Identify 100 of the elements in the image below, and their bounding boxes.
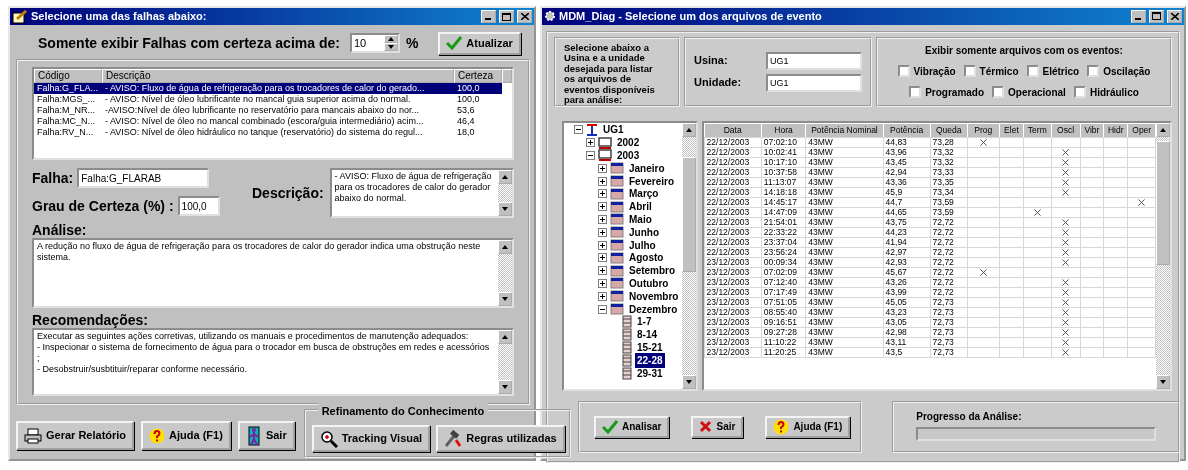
list-row[interactable]: Falha:MGS_... - AVISO: Nível de óleo lubrificante no mancal guia superior acima do normal. 100,0 bbox=[34, 94, 512, 105]
tracking-button[interactable]: Tracking Visual bbox=[311, 425, 431, 452]
collapse-icon[interactable] bbox=[586, 151, 595, 160]
scrollbar[interactable] bbox=[681, 122, 696, 389]
scrollbar[interactable] bbox=[1156, 122, 1170, 389]
expand-icon[interactable] bbox=[598, 240, 607, 250]
scrollbar[interactable] bbox=[498, 330, 512, 394]
tree-item[interactable]: Janeiro bbox=[627, 160, 667, 176]
usina-field[interactable]: UG1 bbox=[766, 51, 862, 70]
scroll-thumb[interactable] bbox=[1156, 140, 1170, 265]
tree-item[interactable]: Novembro bbox=[627, 288, 681, 304]
rules-button[interactable]: Regras utilizadas bbox=[436, 425, 565, 452]
analyze-button[interactable]: Analisar bbox=[594, 415, 670, 438]
unidade-field[interactable]: UG1 bbox=[766, 73, 862, 92]
scroll-up-button[interactable] bbox=[498, 170, 512, 184]
scroll-up-button[interactable] bbox=[681, 122, 696, 137]
column-header[interactable]: Hidr bbox=[1103, 123, 1128, 137]
description-field[interactable]: - AVISO: Fluxo de água de refrigeração para os trocadores de calor do gerador abaixo do normal. bbox=[329, 168, 514, 218]
collapse-icon[interactable] bbox=[598, 304, 607, 314]
tree-item[interactable]: Julho bbox=[627, 237, 658, 253]
list-row[interactable]: Falha:RV_N... - AVISO: Nível de óleo hidráulico no tanque (reservatório) do sistema do regul... 18,0 bbox=[34, 127, 512, 138]
analysis-field[interactable]: A redução no fluxo de água de refrigeração para os trocadores de calor do gerador indica uma obstrução neste sistema. bbox=[32, 238, 514, 308]
spin-up-button[interactable] bbox=[383, 35, 398, 43]
column-header[interactable]: Código bbox=[34, 69, 102, 83]
spin-field[interactable]: 10 bbox=[349, 33, 400, 53]
maximize-button[interactable] bbox=[1149, 9, 1164, 23]
expand-icon[interactable] bbox=[598, 278, 607, 288]
column-header[interactable]: Term bbox=[1023, 123, 1051, 137]
recommendations-field[interactable]: Executar as seguintes ações corretivas, utilizando os manuais e procedimentos de manutenção adequados: - Inspecionar o sistema de fornecimento de água para o trocador em busca de obstruções em redes e acessórios ; - Desobstruir/susbtituir/reparar conforme necessário. bbox=[32, 328, 514, 396]
event-checkbox[interactable]: Vibração bbox=[897, 63, 956, 79]
tree-item[interactable]: Maio bbox=[627, 212, 654, 227]
tree-item[interactable]: 2002 bbox=[615, 135, 642, 151]
scroll-up-button[interactable] bbox=[498, 330, 512, 344]
expand-icon[interactable] bbox=[598, 291, 607, 301]
event-checkbox[interactable]: Elétrico bbox=[1026, 63, 1080, 79]
list-row[interactable]: Falha:G_FLA... - AVISO: Fluxo de água de refrigeração para os trocadores de calor do gerado... 100,0 bbox=[34, 83, 512, 94]
minimize-button[interactable] bbox=[1131, 9, 1146, 23]
exit-button[interactable]: Sair bbox=[691, 415, 744, 438]
tree-item[interactable]: Abril bbox=[627, 199, 654, 215]
scrollbar[interactable] bbox=[498, 170, 512, 216]
expand-icon[interactable] bbox=[598, 189, 607, 199]
event-checkbox[interactable]: Operacional bbox=[992, 84, 1066, 100]
list-row[interactable]: Falha:M_NR... -AVISO:Nível de óleo lubrificante no reservatório para mancais abaixo do nor... 53,6 bbox=[34, 105, 512, 116]
tree-item[interactable]: Junho bbox=[627, 224, 661, 240]
event-checkbox[interactable]: Oscilação bbox=[1087, 63, 1151, 79]
column-header[interactable]: Oscl bbox=[1051, 123, 1081, 137]
close-button[interactable] bbox=[1167, 9, 1182, 23]
tree-item[interactable]: 1-7 bbox=[635, 314, 654, 330]
update-button[interactable]: Atualizar bbox=[438, 31, 521, 55]
scroll-thumb[interactable] bbox=[681, 156, 696, 272]
scroll-up-button[interactable] bbox=[1156, 122, 1170, 137]
scroll-down-button[interactable] bbox=[498, 292, 512, 306]
column-header[interactable]: Oper bbox=[1127, 123, 1156, 137]
certainty-field[interactable]: 100,0 bbox=[177, 196, 220, 216]
expand-icon[interactable] bbox=[598, 253, 607, 263]
column-header[interactable]: Potência bbox=[883, 123, 931, 137]
expand-icon[interactable] bbox=[598, 163, 607, 173]
help-button[interactable]: Ajuda (F1) bbox=[765, 415, 851, 438]
help-button[interactable]: Ajuda (F1) bbox=[141, 421, 231, 450]
scroll-down-button[interactable] bbox=[498, 380, 512, 394]
column-header[interactable]: Certeza bbox=[454, 69, 502, 83]
tree-item[interactable]: Agosto bbox=[627, 250, 666, 266]
tree-item[interactable]: Dezembro bbox=[627, 301, 680, 317]
scroll-up-button[interactable] bbox=[498, 240, 512, 254]
close-button[interactable] bbox=[517, 10, 532, 23]
collapse-icon[interactable] bbox=[574, 125, 583, 135]
column-header[interactable]: Prog bbox=[967, 123, 1000, 137]
column-header[interactable]: Hora bbox=[761, 123, 806, 137]
expand-icon[interactable] bbox=[598, 227, 607, 237]
expand-icon[interactable] bbox=[586, 138, 595, 148]
scroll-down-button[interactable] bbox=[498, 202, 512, 216]
exit-button[interactable]: Sair bbox=[237, 421, 295, 450]
tree-item[interactable]: 29-31 bbox=[635, 365, 665, 381]
tree-item[interactable]: UG1 bbox=[601, 122, 626, 138]
tree-item[interactable]: 2003 bbox=[615, 148, 642, 163]
minimize-button[interactable] bbox=[481, 10, 496, 23]
scrollbar[interactable] bbox=[498, 240, 512, 306]
column-header[interactable]: Potência Nominal bbox=[805, 123, 884, 137]
tree-item[interactable]: 22-28 bbox=[635, 352, 665, 368]
event-checkbox[interactable]: Hidráulico bbox=[1073, 84, 1139, 100]
expand-icon[interactable] bbox=[598, 214, 607, 224]
spin-down-button[interactable] bbox=[383, 43, 398, 51]
expand-icon[interactable] bbox=[598, 266, 607, 276]
event-checkbox[interactable]: Térmico bbox=[963, 63, 1019, 79]
table-cell: 42,97 bbox=[883, 247, 931, 257]
falha-field[interactable]: Falha:G_FLARAB bbox=[77, 168, 210, 188]
maximize-button[interactable] bbox=[499, 10, 514, 23]
event-checkbox[interactable]: Programado bbox=[909, 84, 985, 100]
tree-item[interactable]: Março bbox=[627, 186, 661, 202]
list-row[interactable]: Falha:MC_N... - AVISO: Nível de óleo no mancal combinado (escora/guia intermediário) acim... 46,4 bbox=[34, 116, 512, 127]
column-header[interactable]: Vibr bbox=[1080, 123, 1104, 137]
expand-icon[interactable] bbox=[598, 202, 607, 212]
tree-item[interactable]: Fevereiro bbox=[627, 173, 677, 189]
column-header[interactable]: Elet bbox=[999, 123, 1024, 137]
expand-icon[interactable] bbox=[598, 176, 607, 186]
progress-label: Progresso da Análise: bbox=[916, 409, 1023, 424]
column-header[interactable]: Queda bbox=[930, 123, 968, 137]
column-header[interactable]: Data bbox=[704, 123, 762, 137]
report-button[interactable]: Gerar Relatório bbox=[16, 421, 135, 450]
column-header[interactable]: Descrição bbox=[102, 69, 454, 83]
